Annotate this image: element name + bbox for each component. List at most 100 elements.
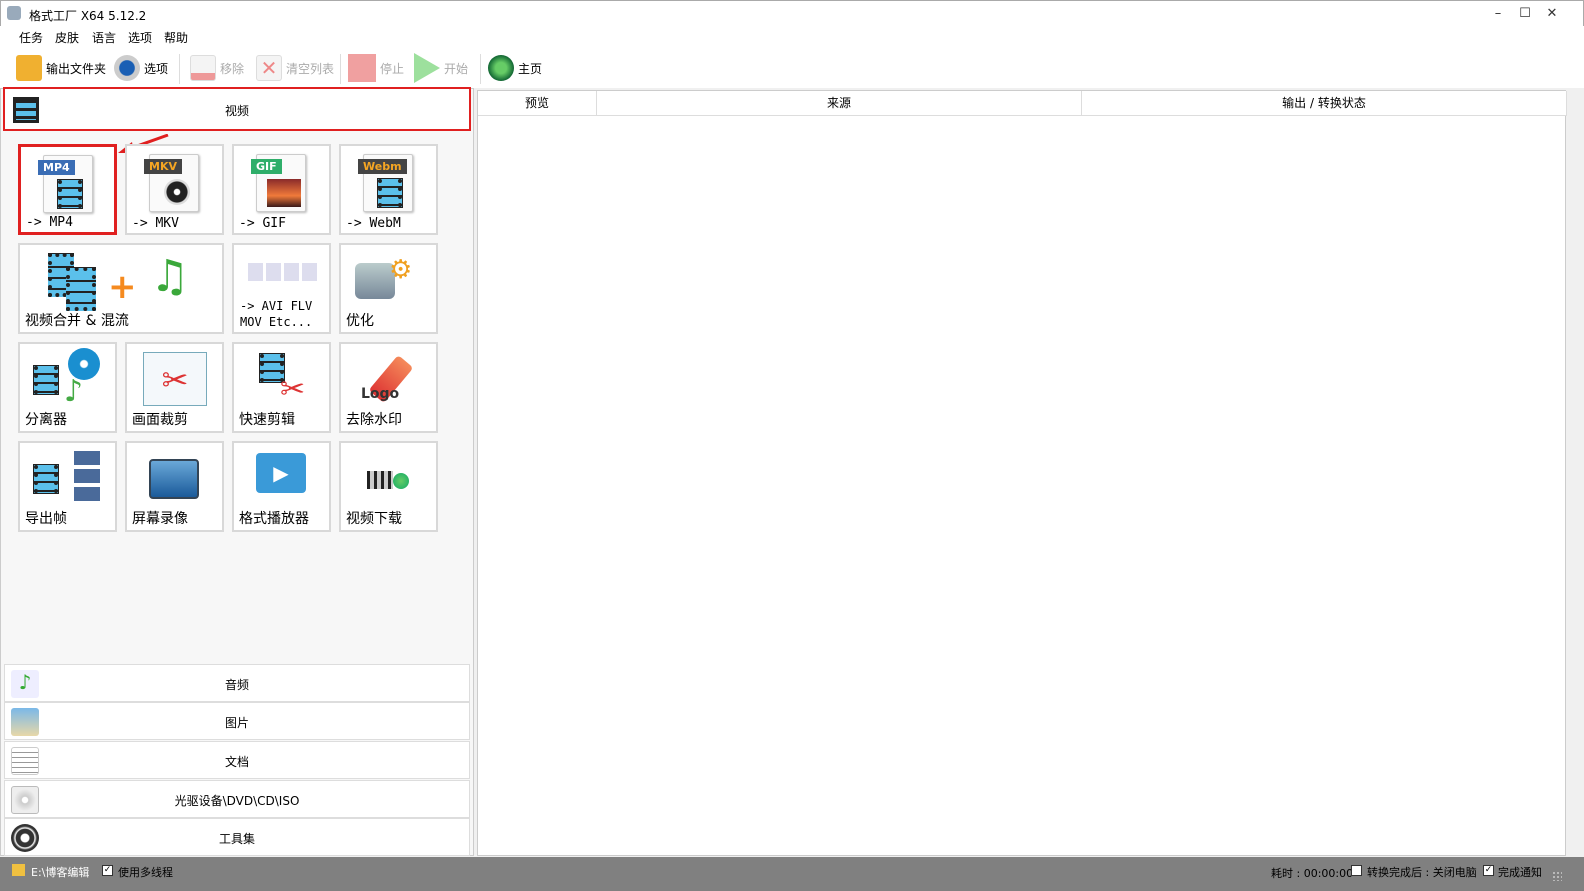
options-button[interactable]: 选项	[114, 54, 168, 82]
tile-label: 视频下载	[346, 511, 402, 527]
film-icon	[33, 464, 59, 494]
tile-to-other-formats[interactable]: -> AVI FLV MOV Etc...	[232, 243, 331, 334]
remove-label: 移除	[220, 61, 245, 76]
tile-label: 屏幕录像	[132, 511, 188, 527]
start-label: 开始	[444, 61, 469, 76]
frames-icon	[74, 451, 100, 503]
tile-label: 分离器	[25, 412, 67, 428]
category-label: 文档	[224, 755, 249, 769]
window-title: 格式工厂 X64 5.12.2	[29, 9, 147, 23]
tile-to-mkv[interactable]: MKV -> MKV	[125, 144, 224, 235]
maximize-button[interactable]: ☐	[1512, 4, 1538, 24]
formats-icon	[248, 263, 318, 281]
tile-label: 快速剪辑	[239, 412, 295, 428]
clear-list-button[interactable]: ✕ 清空列表	[256, 54, 334, 82]
gears-icon: ⚙	[389, 255, 413, 285]
globe-icon	[488, 55, 514, 81]
title-bar: 格式工厂 X64 5.12.2 – ☐ ✕	[0, 0, 1584, 26]
output-path[interactable]: E:\博客编辑	[31, 864, 89, 880]
tile-optimize[interactable]: ⚙ 优化	[339, 243, 438, 334]
stop-button[interactable]: 停止	[348, 54, 404, 82]
folder-icon	[12, 864, 25, 876]
screen-record-icon	[149, 459, 199, 499]
output-folder-button[interactable]: 输出文件夹	[16, 54, 106, 82]
category-video-header[interactable]: 视频	[3, 87, 471, 131]
column-header-source[interactable]: 来源	[597, 91, 1082, 116]
menu-skin[interactable]: 皮肤	[55, 29, 79, 46]
notify-label: 完成通知	[1498, 866, 1542, 879]
tile-crop[interactable]: ✂ 画面裁剪	[125, 342, 224, 433]
menu-language[interactable]: 语言	[92, 29, 116, 46]
category-image[interactable]: 图片	[4, 702, 470, 740]
category-toolbox[interactable]: 工具集	[4, 818, 470, 856]
tile-player[interactable]: ▶ 格式播放器	[232, 441, 331, 532]
toolbar: 输出文件夹 选项 移除 ✕ 清空列表 停止 开始 主页	[0, 48, 1584, 88]
shutdown-label: 转换完成后 : 关闭电脑	[1367, 866, 1477, 879]
tile-label: 去除水印	[346, 412, 402, 428]
tile-screen-record[interactable]: 屏幕录像	[125, 441, 224, 532]
music-note-icon: ♪	[64, 374, 84, 409]
badge: MP4	[38, 160, 75, 175]
home-button[interactable]: 主页	[488, 54, 542, 82]
tile-export-frames[interactable]: 导出帧	[18, 441, 117, 532]
badge: MKV	[144, 159, 182, 174]
gif-file-icon: GIF	[251, 154, 306, 212]
status-bar: E:\博客编辑 ✓ 使用多线程 耗时 : 00:00:00 转换完成后 : 关闭…	[0, 857, 1584, 891]
menu-task[interactable]: 任务	[19, 29, 43, 46]
tile-label: 视频合并 & 混流	[25, 313, 129, 329]
tile-label: -> MKV	[132, 216, 179, 231]
close-button[interactable]: ✕	[1539, 4, 1565, 24]
tile-label: -> GIF	[239, 216, 286, 231]
gear-icon	[114, 55, 140, 81]
scissors-icon: ✂	[280, 372, 306, 407]
home-label: 主页	[518, 61, 543, 76]
tile-to-gif[interactable]: GIF -> GIF	[232, 144, 331, 235]
menu-help[interactable]: 帮助	[164, 29, 188, 46]
minimize-button[interactable]: –	[1485, 4, 1511, 24]
category-disc[interactable]: 光驱设备\DVD\CD\ISO	[4, 780, 470, 818]
tile-label-line2: MOV Etc...	[240, 315, 313, 329]
menu-options[interactable]: 选项	[128, 29, 152, 46]
category-document[interactable]: 文档	[4, 741, 470, 779]
mkv-file-icon: MKV	[144, 154, 199, 212]
toolbar-divider	[340, 54, 341, 84]
tile-label: 格式播放器	[239, 511, 309, 527]
task-list[interactable]: 预览 来源 输出 / 转换状态	[477, 90, 1567, 856]
tile-to-mp4[interactable]: MP4 -> MP4	[18, 144, 117, 235]
stop-label: 停止	[380, 61, 405, 76]
film-icon	[367, 471, 393, 489]
tile-remove-watermark[interactable]: Logo 去除水印	[339, 342, 438, 433]
tile-quick-clip[interactable]: ✂ 快速剪辑	[232, 342, 331, 433]
tile-splitter[interactable]: ♪ 分离器	[18, 342, 117, 433]
tile-label: 优化	[346, 313, 374, 329]
category-audio[interactable]: ♪ 音频	[4, 664, 470, 702]
badge: GIF	[251, 159, 282, 174]
globe-icon	[393, 473, 409, 489]
start-button[interactable]: 开始	[414, 53, 469, 83]
plus-icon: +	[108, 267, 137, 307]
player-icon: ▶	[256, 453, 306, 493]
music-note-icon: ♫	[150, 251, 190, 302]
film-icon	[66, 267, 96, 311]
remove-button[interactable]: 移除	[190, 54, 244, 82]
shutdown-checkbox[interactable]	[1351, 865, 1362, 876]
category-label: 音频	[224, 678, 249, 692]
notify-checkbox[interactable]: ✓	[1483, 865, 1494, 876]
tile-label: -> MP4	[26, 215, 73, 230]
film-icon	[33, 365, 59, 395]
tile-label: 导出帧	[25, 511, 67, 527]
multithread-checkbox[interactable]: ✓	[102, 865, 113, 876]
column-header-output-status[interactable]: 输出 / 转换状态	[1082, 91, 1567, 116]
tile-to-webm[interactable]: Webm -> WebM	[339, 144, 438, 235]
clear-icon: ✕	[256, 55, 282, 81]
resize-grip[interactable]	[1552, 871, 1562, 881]
tile-video-download[interactable]: 视频下载	[339, 441, 438, 532]
scissors-icon: ✂	[143, 352, 207, 406]
tile-label-line1: -> AVI FLV	[240, 299, 313, 313]
tile-label: 画面裁剪	[132, 412, 188, 428]
tile-merge-mux[interactable]: + ♫ 视频合并 & 混流	[18, 243, 224, 334]
menu-bar: 任务 皮肤 语言 选项 帮助	[0, 26, 1584, 48]
mp4-file-icon: MP4	[38, 155, 93, 213]
category-video-label: 视频	[224, 104, 249, 118]
column-header-preview[interactable]: 预览	[478, 91, 597, 116]
